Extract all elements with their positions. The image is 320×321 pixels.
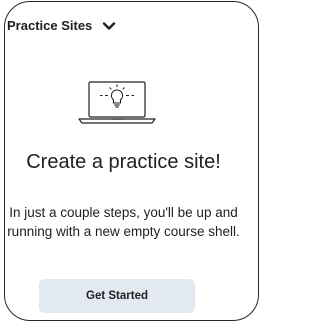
headline: Create a practice site! — [26, 151, 221, 173]
description-text: In just a couple steps, you'll be up and… — [7, 205, 240, 239]
chevron-down-icon[interactable] — [102, 21, 116, 31]
card-title: Practice Sites — [7, 18, 93, 33]
get-started-button[interactable]: Get Started — [39, 279, 195, 313]
laptop-lightbulb-icon — [76, 78, 158, 128]
practice-sites-dropdown[interactable]: Practice Sites — [7, 18, 116, 33]
